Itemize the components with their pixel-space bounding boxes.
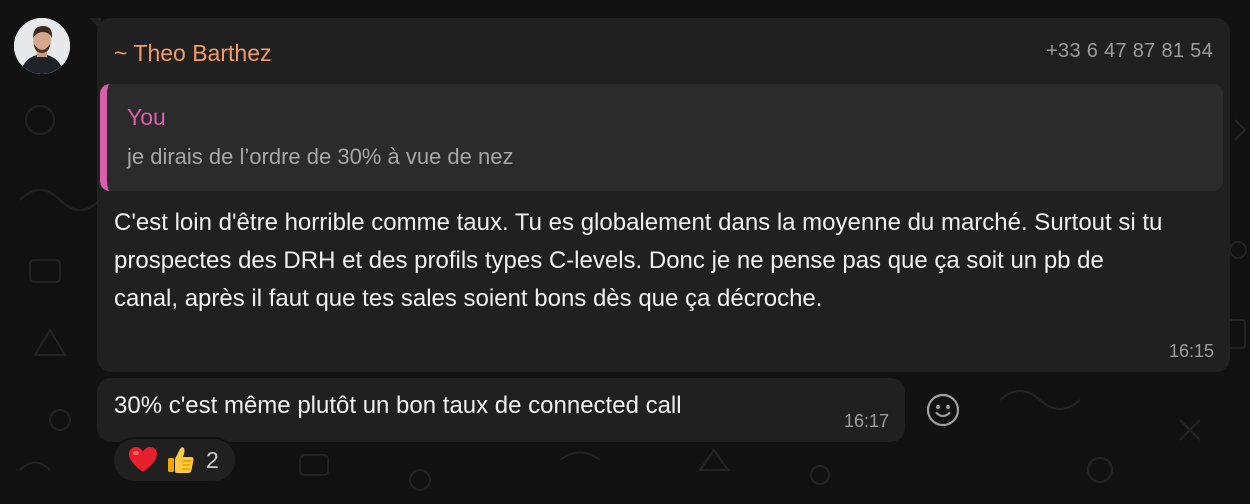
- sender-phone: +33 6 47 87 81 54: [1046, 40, 1213, 62]
- profile-photo: [14, 18, 70, 74]
- message-timestamp: 16:15: [1168, 341, 1214, 361]
- add-reaction-icon[interactable]: [925, 392, 961, 428]
- reactions-bar[interactable]: 2: [112, 437, 237, 483]
- thumbs-up-icon: [168, 447, 194, 473]
- reaction-count: 2: [206, 446, 219, 473]
- message-bubble[interactable]: ~ Theo Barthez +33 6 47 87 81 54 You je …: [89, 18, 1230, 372]
- quote-author: You: [127, 104, 166, 130]
- quote-text: je dirais de l’ordre de 30% à vue de nez: [127, 144, 514, 169]
- quoted-message[interactable]: You je dirais de l’ordre de 30% à vue de…: [100, 84, 1223, 191]
- heart-icon: [129, 447, 157, 472]
- message-bubble-second[interactable]: 30% c'est même plutôt un bon taux de con…: [97, 378, 905, 442]
- second-message-timestamp: 16:17: [843, 411, 889, 431]
- sender-name[interactable]: ~ Theo Barthez: [114, 40, 272, 67]
- avatar[interactable]: [14, 18, 70, 74]
- message-text: C'est loin d'être horrible comme taux. T…: [114, 209, 1163, 312]
- second-message-text: 30% c'est même plutôt un bon taux de con…: [114, 392, 682, 419]
